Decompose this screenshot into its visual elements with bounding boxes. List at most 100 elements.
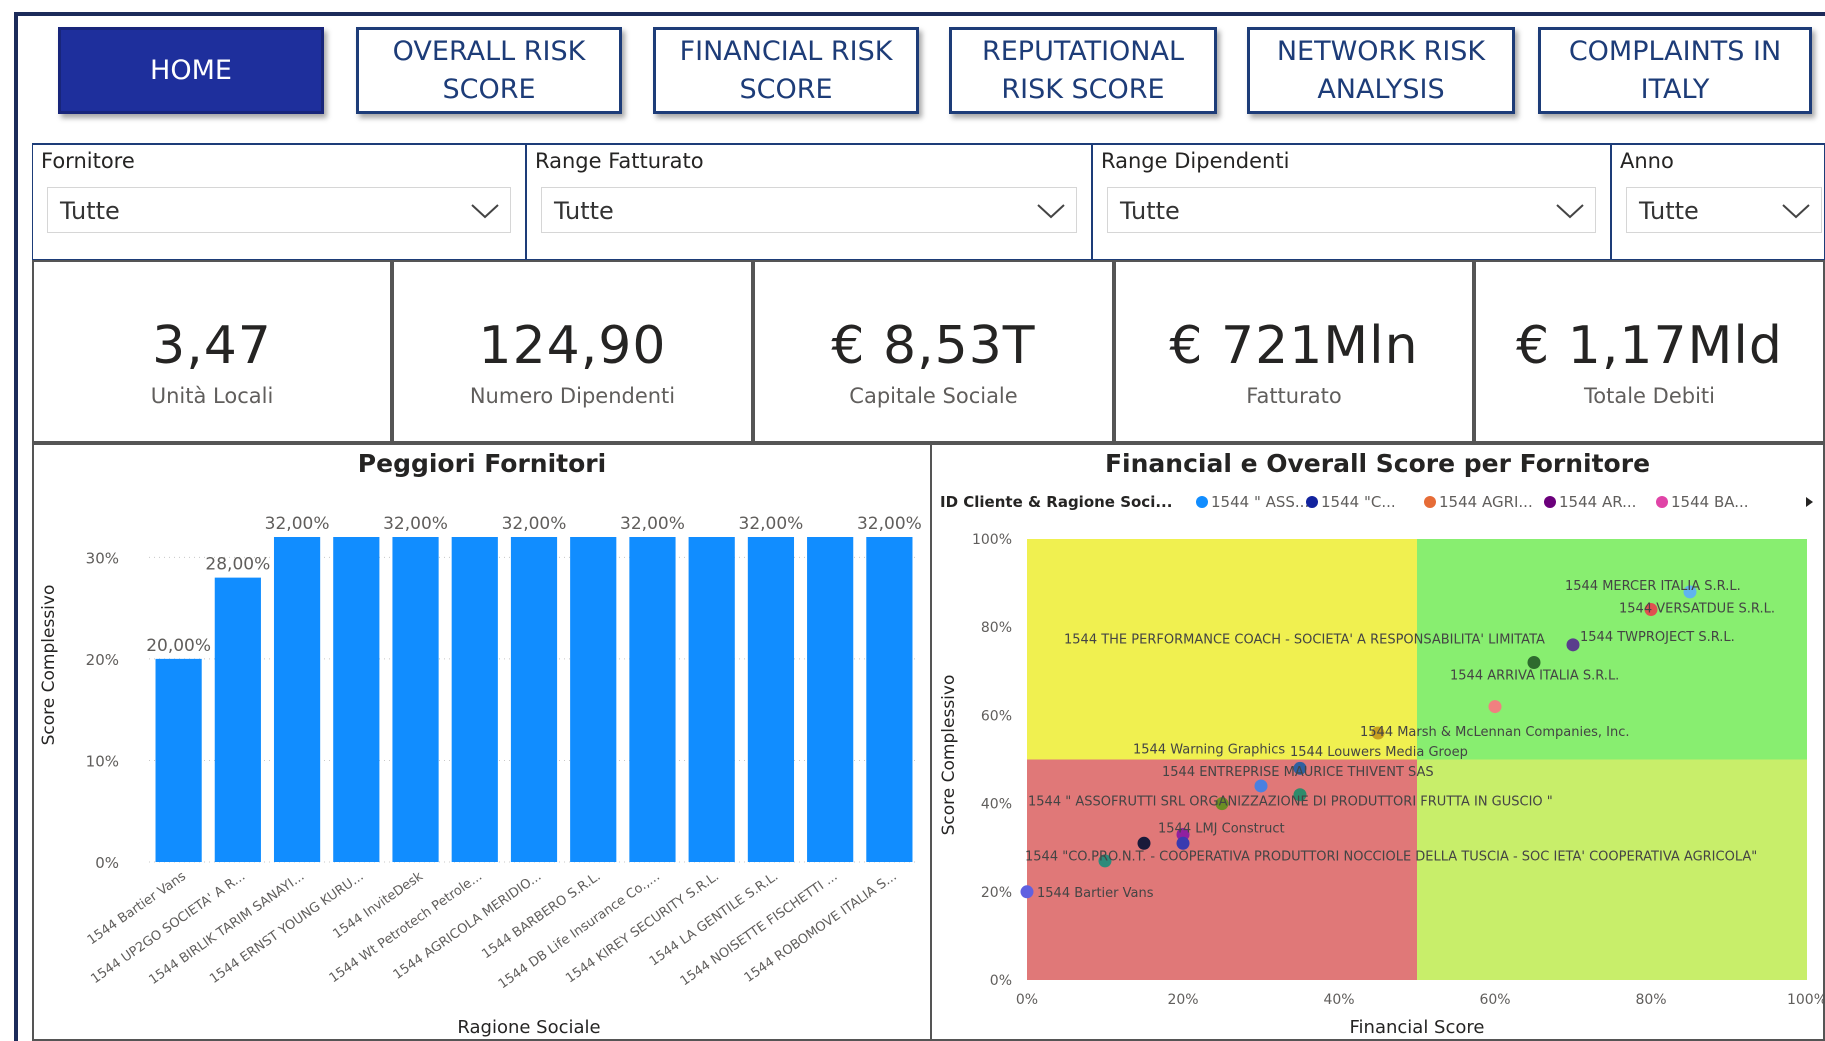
x-tick-label: 80%	[1635, 992, 1666, 1008]
scatter-point-label: 1544 Bartier Vans	[1037, 886, 1154, 901]
bar-chart: 0% 10% 20% 30% Score Complessivo Ragione Soci…	[39, 514, 922, 1038]
bar	[629, 537, 676, 862]
scatter-point-label: 1544 THE PERFORMANCE COACH - SOCIETA' A …	[1064, 632, 1545, 647]
y-axis-label: Score Complessivo	[939, 675, 959, 836]
bar-data-label: 32,00%	[739, 514, 804, 534]
filter-range-fatturato: Range Fatturato Tutte	[526, 143, 1092, 260]
nav-button-label: HOME	[150, 54, 232, 86]
kpi-card-totale-debiti: € 1,17Mld Totale Debiti	[1474, 260, 1825, 443]
scatter-point-label: 1544 " ASSOFRUTTI SRL ORGANIZZAZIONE DI …	[1028, 795, 1553, 810]
nav-button-label: OVERALL RISK SCORE	[392, 35, 586, 105]
legend-item: 1544 "C...	[1321, 493, 1396, 511]
quadrant	[1027, 759, 1417, 980]
scatter-point-label: 1544 VERSATDUE S.R.L.	[1619, 602, 1775, 617]
nav-button-network-risk-analysis[interactable]: NETWORK RISK ANALYSIS	[1247, 27, 1515, 114]
kpi-card-unita-locali: 3,47 Unità Locali	[32, 260, 392, 443]
filter-label: Fornitore	[41, 149, 135, 173]
chevron-down-icon	[1782, 204, 1810, 219]
bar	[688, 537, 735, 862]
nav-button-label: NETWORK RISK ANALYSIS	[1276, 35, 1486, 105]
bar	[214, 577, 261, 862]
legend-next-icon	[1806, 497, 1813, 507]
kpi-value: 124,90	[478, 316, 667, 376]
bar	[570, 537, 617, 862]
panel-financial-overall-score: Financial e Overall Score per Fornitore …	[930, 443, 1825, 1041]
kpi-value: € 1,17Mld	[1516, 316, 1783, 376]
bar	[866, 537, 913, 862]
filter-label: Anno	[1620, 149, 1674, 173]
x-tick-label: 1544 Bartier Vans	[85, 869, 189, 948]
nav-button-financial-risk-score[interactable]: FINANCIAL RISK SCORE	[653, 27, 919, 114]
nav-button-reputational-risk-score[interactable]: REPUTATIONAL RISK SCORE	[949, 27, 1217, 114]
bar	[392, 537, 439, 862]
bar-data-label: 32,00%	[857, 514, 922, 534]
filter-fornitore: Fornitore Tutte	[32, 143, 526, 260]
y-tick-label: 20%	[981, 885, 1012, 901]
nav-button-home[interactable]: HOME	[58, 27, 324, 114]
scatter-point	[1020, 885, 1034, 899]
nav-button-overall-risk-score[interactable]: OVERALL RISK SCORE	[356, 27, 622, 114]
scatter-point	[1527, 655, 1541, 669]
bar-data-label: 20,00%	[146, 636, 211, 656]
nav-button-label: COMPLAINTS IN ITALY	[1568, 35, 1782, 105]
y-tick-label: 20%	[86, 651, 119, 669]
panel-peggiori-fornitori: Peggiori Fornitori 0% 10% 20% 30% Score Comp…	[32, 443, 932, 1041]
legend-item: 1544 " ASS...	[1211, 493, 1309, 511]
x-tick-label: 60%	[1479, 992, 1510, 1008]
filter-label: Range Fatturato	[535, 149, 704, 173]
x-tick-label: 100%	[1787, 992, 1823, 1008]
kpi-value: € 721Mln	[1169, 316, 1419, 376]
legend-title: ID Cliente & Ragione Soci...	[940, 493, 1172, 511]
kpi-card-fatturato: € 721Mln Fatturato	[1114, 260, 1474, 443]
y-tick-label: 30%	[86, 549, 119, 567]
filter-fornitore-dropdown[interactable]: Tutte	[47, 187, 511, 233]
kpi-card-numero-dipendenti: 124,90 Numero Dipendenti	[392, 260, 753, 443]
chevron-down-icon	[1556, 204, 1584, 219]
legend-marker	[1424, 496, 1436, 508]
scatter-point	[1488, 700, 1502, 714]
bar	[273, 537, 321, 862]
filter-range-fatturato-dropdown[interactable]: Tutte	[541, 187, 1077, 233]
bar	[510, 537, 558, 862]
filter-anno-dropdown[interactable]: Tutte	[1626, 187, 1822, 233]
filter-value: Tutte	[554, 197, 614, 225]
x-axis-label: Ragione Sociale	[457, 1017, 600, 1038]
scatter-point	[1176, 836, 1190, 850]
filter-range-dipendenti-dropdown[interactable]: Tutte	[1107, 187, 1596, 233]
scatter-point	[1254, 779, 1268, 793]
scatter-point-label: 1544 TWPROJECT S.R.L.	[1580, 630, 1735, 645]
kpi-caption: Totale Debiti	[1584, 384, 1715, 408]
bar-data-label: 32,00%	[502, 514, 567, 534]
y-tick-label: 10%	[86, 752, 119, 770]
quadrant	[1027, 539, 1417, 760]
kpi-caption: Unità Locali	[150, 384, 274, 408]
bar-data-label: 32,00%	[265, 514, 330, 534]
legend-marker	[1656, 496, 1668, 508]
kpi-caption: Capitale Sociale	[849, 384, 1018, 408]
scatter-point-label: 1544 Louwers Media Groep	[1290, 745, 1468, 760]
filter-value: Tutte	[1120, 197, 1180, 225]
legend-marker	[1306, 496, 1318, 508]
nav-button-label: FINANCIAL RISK SCORE	[679, 35, 893, 105]
bar-data-label: 28,00%	[205, 555, 270, 575]
bar	[747, 537, 795, 862]
scatter-point-label: 1544 Warning Graphics	[1133, 742, 1285, 757]
bar-data-label: 32,00%	[620, 514, 685, 534]
kpi-value: 3,47	[152, 316, 272, 376]
filter-value: Tutte	[1639, 197, 1699, 225]
bar	[333, 537, 380, 862]
scatter-point	[1566, 638, 1580, 652]
x-tick-label: 0%	[1016, 992, 1038, 1008]
scatter-point-label: 1544 LMJ Construct	[1158, 821, 1285, 836]
y-tick-label: 40%	[981, 797, 1012, 813]
x-tick-label: 20%	[1167, 992, 1198, 1008]
filter-range-dipendenti: Range Dipendenti Tutte	[1092, 143, 1611, 260]
y-tick-label: 0%	[95, 854, 119, 872]
scatter-chart: 0%0% 20% 20% 40% 40% 60% 60% 80% 80% 100% 100% Scor…	[939, 493, 1823, 1038]
legend-item: 1544 BA...	[1671, 493, 1749, 511]
y-axis-label: Score Complessivo	[39, 585, 59, 746]
nav-button-complaints-in-italy[interactable]: COMPLAINTS IN ITALY	[1538, 27, 1812, 114]
scatter-point	[1137, 836, 1151, 850]
y-tick-label: 100%	[972, 532, 1012, 548]
scatter-point-label: 1544 Marsh & McLennan Companies, Inc.	[1360, 725, 1630, 740]
